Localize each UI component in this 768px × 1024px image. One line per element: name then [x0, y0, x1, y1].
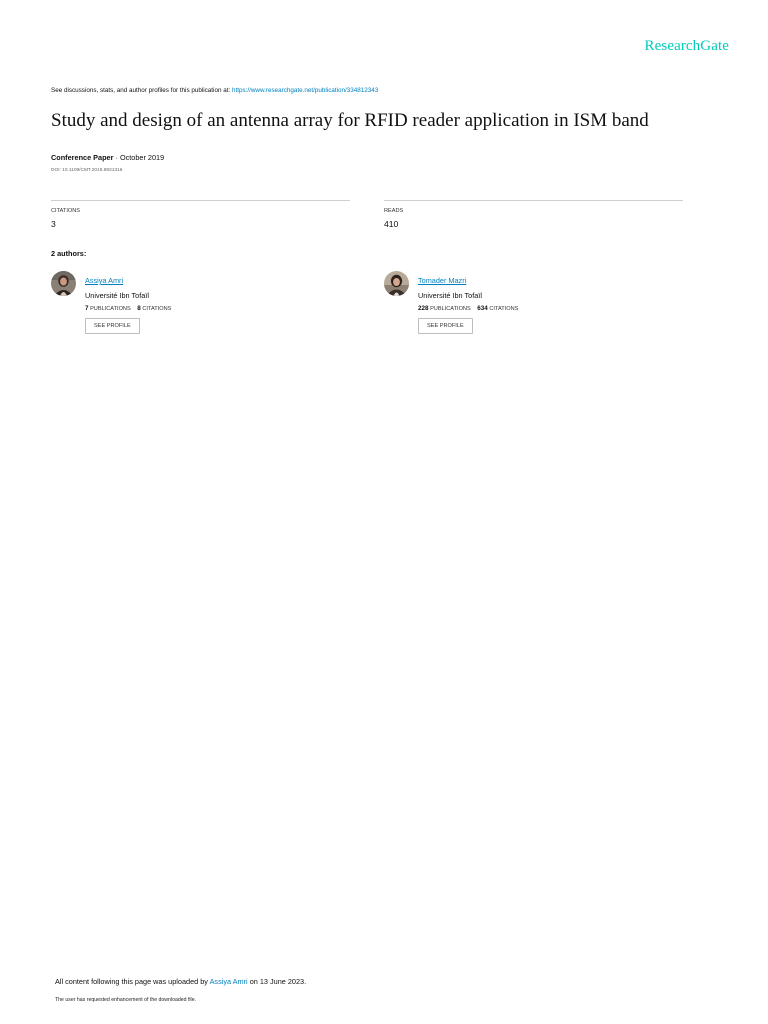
publication-type: Conference Paper	[51, 153, 114, 162]
author-institution: Université Ibn Tofaïl	[85, 291, 149, 300]
uploader-link[interactable]: Assiya Amri	[210, 977, 248, 986]
researchgate-logo: ResearchGate	[644, 38, 729, 54]
author-publications-label: PUBLICATIONS	[90, 306, 131, 312]
author-info: Tomader Mazri Université Ibn Tofaïl 228 …	[418, 270, 638, 334]
author-counts: 7 PUBLICATIONS 8 CITATIONS	[85, 305, 305, 312]
upload-note: All content following this page was uplo…	[55, 977, 306, 986]
author-avatar[interactable]	[384, 271, 409, 296]
authors-heading: 2 authors:	[51, 249, 87, 258]
citations-value: 3	[51, 219, 56, 229]
reads-label: READS	[384, 208, 404, 214]
upload-suffix: on 13 June 2023.	[247, 977, 307, 986]
author-name-link[interactable]: Assiya Amri	[85, 276, 123, 285]
publication-link[interactable]: https://www.researchgate.net/publication…	[232, 87, 378, 94]
citations-label: CITATIONS	[51, 208, 81, 214]
avatar-photo-icon	[384, 271, 409, 296]
discussion-text: See discussions, stats, and author profi…	[51, 87, 232, 94]
reads-stat: READS 410	[384, 200, 683, 229]
discussion-note: See discussions, stats, and author profi…	[51, 87, 378, 94]
author-publications-count: 228	[418, 305, 429, 312]
reads-value: 410	[384, 219, 399, 229]
author-citations-label: CITATIONS	[489, 306, 519, 312]
author-publications-label: PUBLICATIONS	[430, 306, 471, 312]
see-profile-button[interactable]: SEE PROFILE	[85, 318, 140, 334]
author-citations-count: 634	[477, 305, 488, 312]
author-avatar[interactable]	[51, 271, 76, 296]
citations-stat: CITATIONS 3	[51, 200, 350, 229]
enhancement-note: The user has requested enhancement of th…	[55, 997, 197, 1003]
author-institution: Université Ibn Tofaïl	[418, 291, 482, 300]
author-citations-count: 8	[137, 305, 141, 312]
author-citations-label: CITATIONS	[142, 306, 172, 312]
author-info: Assiya Amri Université Ibn Tofaïl 7 PUBL…	[85, 270, 305, 334]
see-profile-button[interactable]: SEE PROFILE	[418, 318, 473, 334]
publication-doi: DOI: 10.1109/CMT.2019.8931316	[51, 168, 123, 173]
author-counts: 228 PUBLICATIONS 634 CITATIONS	[418, 305, 638, 312]
upload-prefix: All content following this page was uplo…	[55, 977, 210, 986]
author-publications-count: 7	[85, 305, 89, 312]
publication-title: Study and design of an antenna array for…	[51, 110, 649, 131]
avatar-photo-icon	[51, 271, 76, 296]
publication-date: · October 2019	[113, 153, 165, 162]
author-name-link[interactable]: Tomader Mazri	[418, 276, 466, 285]
publication-meta: Conference Paper · October 2019	[51, 153, 164, 162]
